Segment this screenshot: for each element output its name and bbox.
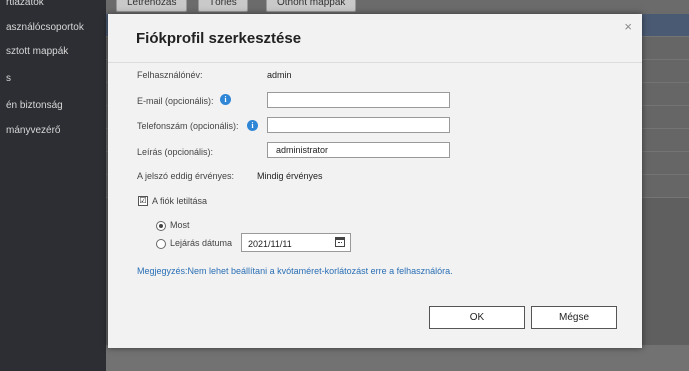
phone-field[interactable]: [267, 117, 450, 133]
title-divider: [108, 62, 642, 63]
phone-info-icon[interactable]: i: [247, 120, 258, 131]
quota-note: Megjegyzés:Nem lehet beállítani a kvótam…: [137, 266, 453, 276]
description-field[interactable]: [267, 142, 450, 158]
sidebar-item-quota[interactable]: s: [6, 73, 11, 84]
refresh-folders-button[interactable]: Othont mappák: [266, 0, 357, 12]
close-icon[interactable]: ×: [624, 20, 632, 33]
description-label: Leírás (opcionális):: [137, 147, 214, 157]
delete-button[interactable]: Törlés: [198, 0, 248, 12]
sidebar-item-domain-controller[interactable]: mányvezérő: [6, 125, 60, 136]
expiry-date-field[interactable]: 2021/11/11: [241, 233, 351, 252]
expiry-date-value: 2021/11/11: [248, 239, 292, 249]
username-value: admin: [267, 70, 292, 80]
password-expiry-value: Mindig érvényes: [257, 171, 323, 181]
ok-button[interactable]: OK: [429, 306, 525, 329]
toolbar: Létrehozás Törlés Othont mappák: [106, 0, 689, 14]
email-label: E-mail (opcionális):: [137, 96, 214, 106]
sidebar-item-user-groups[interactable]: asználócsoportok: [6, 22, 84, 33]
disable-account-label: A fiók letiltása: [152, 196, 208, 206]
username-label: Felhasználónév:: [137, 70, 203, 80]
sidebar-item-users[interactable]: rtiazatok: [6, 0, 44, 8]
dialog-title: Fiókprofil szerkesztése: [136, 30, 302, 47]
sidebar-item-shared-folders[interactable]: sztott mappák: [6, 46, 68, 57]
create-button[interactable]: Létrehozás: [116, 0, 188, 12]
sidebar: rtiazatok asználócsoportok sztott mappák…: [0, 0, 106, 371]
cancel-button[interactable]: Mégse: [531, 306, 617, 329]
expiry-date-label: Lejárás dátuma: [170, 238, 233, 248]
edit-account-profile-dialog: × Fiókprofil szerkesztése Felhasználónév…: [108, 14, 642, 348]
email-info-icon[interactable]: i: [220, 94, 231, 105]
email-field[interactable]: [267, 92, 450, 108]
phone-label: Telefonszám (opcionális):: [137, 121, 239, 131]
expiry-date-radio[interactable]: [156, 239, 166, 249]
calendar-icon[interactable]: [335, 237, 345, 247]
password-expiry-label: A jelszó eddig érvényes:: [137, 171, 235, 181]
sidebar-item-security[interactable]: én biztonság: [6, 100, 63, 111]
now-label: Most: [170, 220, 190, 230]
status-bar: [106, 345, 689, 371]
now-radio[interactable]: [156, 221, 166, 231]
disable-account-checkbox[interactable]: ☑: [138, 196, 148, 206]
